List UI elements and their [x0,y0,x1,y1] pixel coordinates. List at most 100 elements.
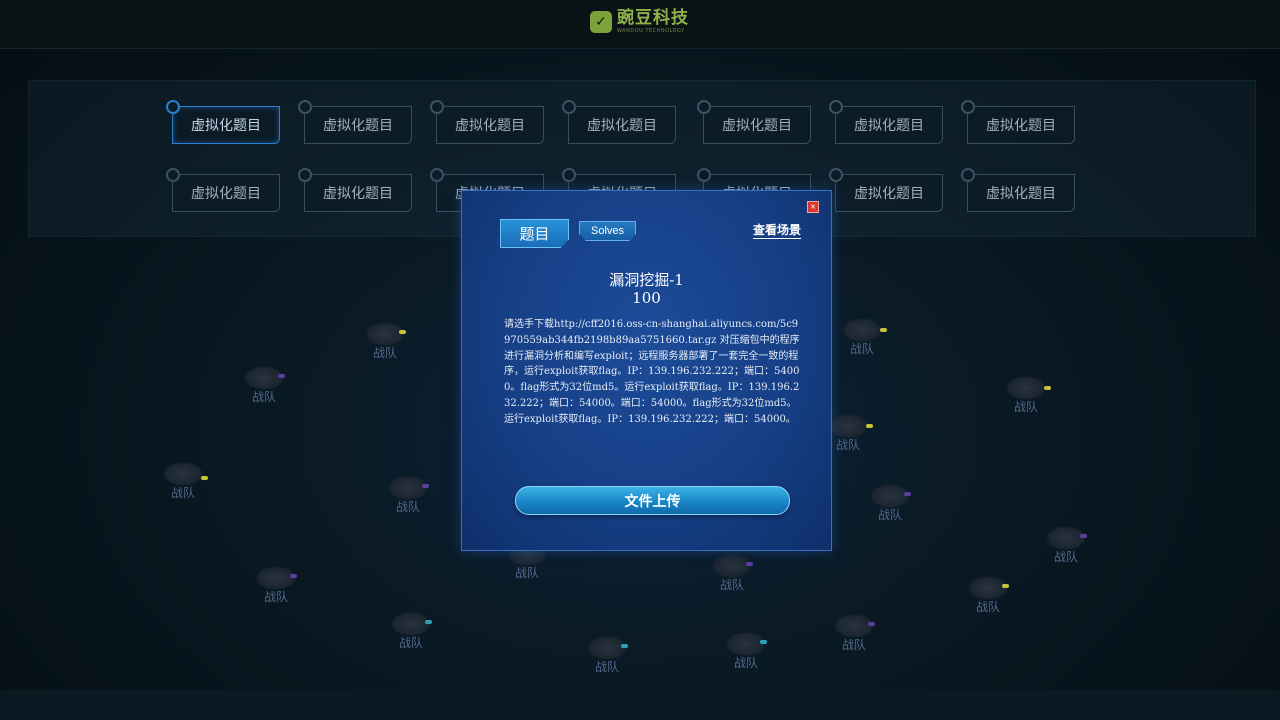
team-icon [828,414,868,438]
team-icon [1006,376,1046,400]
team-dot-icon [866,424,873,428]
knob-icon [697,168,711,182]
challenge-label: 虚拟化题目 [323,186,393,202]
team-label: 战队 [398,636,423,650]
team-node[interactable]: 战队 [832,318,892,362]
bottom-bar [0,690,1280,720]
knob-icon [829,168,843,182]
challenge-card[interactable]: 虚拟化题目 [430,100,544,144]
challenge-card[interactable]: 虚拟化题目 [829,100,943,144]
challenge-card[interactable]: 虚拟化题目 [298,100,412,144]
team-node[interactable]: 战队 [153,462,213,506]
knob-icon [298,100,312,114]
tab-solves[interactable]: Solves [579,221,636,241]
team-dot-icon [1080,534,1087,538]
challenge-card[interactable]: 虚拟化题目 [697,100,811,144]
challenge-card[interactable]: 虚拟化题目 [961,168,1075,212]
wandou-logo-icon: ✓ [590,11,612,33]
team-node[interactable]: 战队 [378,476,438,520]
team-dot-icon [760,640,767,644]
team-label: 战队 [251,390,276,404]
knob-icon [166,168,180,182]
team-node[interactable]: 战队 [355,322,415,366]
team-node[interactable]: 战队 [246,566,306,610]
challenge-card[interactable]: 虚拟化题目 [166,100,280,144]
team-node[interactable]: 战队 [577,636,637,680]
team-dot-icon [201,476,208,480]
team-dot-icon [290,574,297,578]
team-node[interactable]: 战队 [958,576,1018,620]
team-icon [391,612,431,636]
team-dot-icon [1002,584,1009,588]
team-icon [163,462,203,486]
challenge-card[interactable]: 虚拟化题目 [961,100,1075,144]
challenge-description: 请选手下载http://cff2016.oss-cn-shanghai.aliy… [504,319,800,425]
team-label: 战队 [1013,400,1038,414]
team-label: 战队 [877,508,902,522]
team-dot-icon [880,328,887,332]
challenge-card[interactable]: 虚拟化题目 [829,168,943,212]
challenge-label: 虚拟化题目 [587,118,657,134]
challenge-label: 虚拟化题目 [986,118,1056,134]
team-label: 战队 [1053,550,1078,564]
logo-text: 豌豆科技 WANDOU TECHNOLOGY [617,10,689,34]
challenge-modal: × 题目 Solves 查看场景 漏洞挖掘-1 100 请选手下载http://… [461,190,832,551]
logo: ✓ 豌豆科技 WANDOU TECHNOLOGY [590,10,689,34]
team-label: 战队 [395,500,420,514]
team-node[interactable]: 战队 [234,366,294,410]
team-label: 战队 [841,638,866,652]
team-dot-icon [399,330,406,334]
team-icon [244,366,284,390]
team-node[interactable]: 战队 [381,612,441,656]
knob-icon [430,100,444,114]
knob-icon [961,168,975,182]
challenge-card[interactable]: 虚拟化题目 [166,168,280,212]
team-dot-icon [746,562,753,566]
team-label: 战队 [372,346,397,360]
challenge-card[interactable]: 虚拟化题目 [562,100,676,144]
team-icon [587,636,627,660]
challenge-label: 虚拟化题目 [191,186,261,202]
team-label: 战队 [594,660,619,674]
team-node[interactable]: 战队 [824,614,884,658]
logo-cn: 豌豆科技 [617,8,689,28]
challenge-label: 虚拟化题目 [854,186,924,202]
logo-en: WANDOU TECHNOLOGY [617,28,685,34]
challenge-title: 漏洞挖掘-1 [609,271,684,289]
challenge-label: 虚拟化题目 [722,118,792,134]
team-node[interactable]: 战队 [716,632,776,676]
team-dot-icon [278,374,285,378]
team-dot-icon [621,644,628,648]
knob-icon [430,168,444,182]
team-icon [726,632,766,656]
knob-icon [562,100,576,114]
team-label: 战队 [719,578,744,592]
close-icon[interactable]: × [807,201,819,213]
team-icon [256,566,296,590]
team-label: 战队 [263,590,288,604]
knob-icon [166,100,180,114]
challenge-label: 虚拟化题目 [455,118,525,134]
team-icon [388,476,428,500]
team-icon [1046,526,1086,550]
team-icon [842,318,882,342]
team-label: 战队 [975,600,1000,614]
team-node[interactable]: 战队 [1036,526,1096,570]
team-node[interactable]: 战队 [860,484,920,528]
team-dot-icon [904,492,911,496]
team-label: 战队 [514,566,539,580]
team-node[interactable]: 战队 [702,554,762,598]
knob-icon [562,168,576,182]
tab-problem[interactable]: 题目 [500,219,569,248]
team-dot-icon [1044,386,1051,390]
team-icon [968,576,1008,600]
team-label: 战队 [170,486,195,500]
knob-icon [829,100,843,114]
challenge-card[interactable]: 虚拟化题目 [298,168,412,212]
team-dot-icon [425,620,432,624]
upload-file-button[interactable]: 文件上传 [515,486,790,515]
team-label: 战队 [849,342,874,356]
top-bar: ✓ 豌豆科技 WANDOU TECHNOLOGY [0,0,1280,49]
team-node[interactable]: 战队 [996,376,1056,420]
view-scene-link[interactable]: 查看场景 [752,221,801,239]
